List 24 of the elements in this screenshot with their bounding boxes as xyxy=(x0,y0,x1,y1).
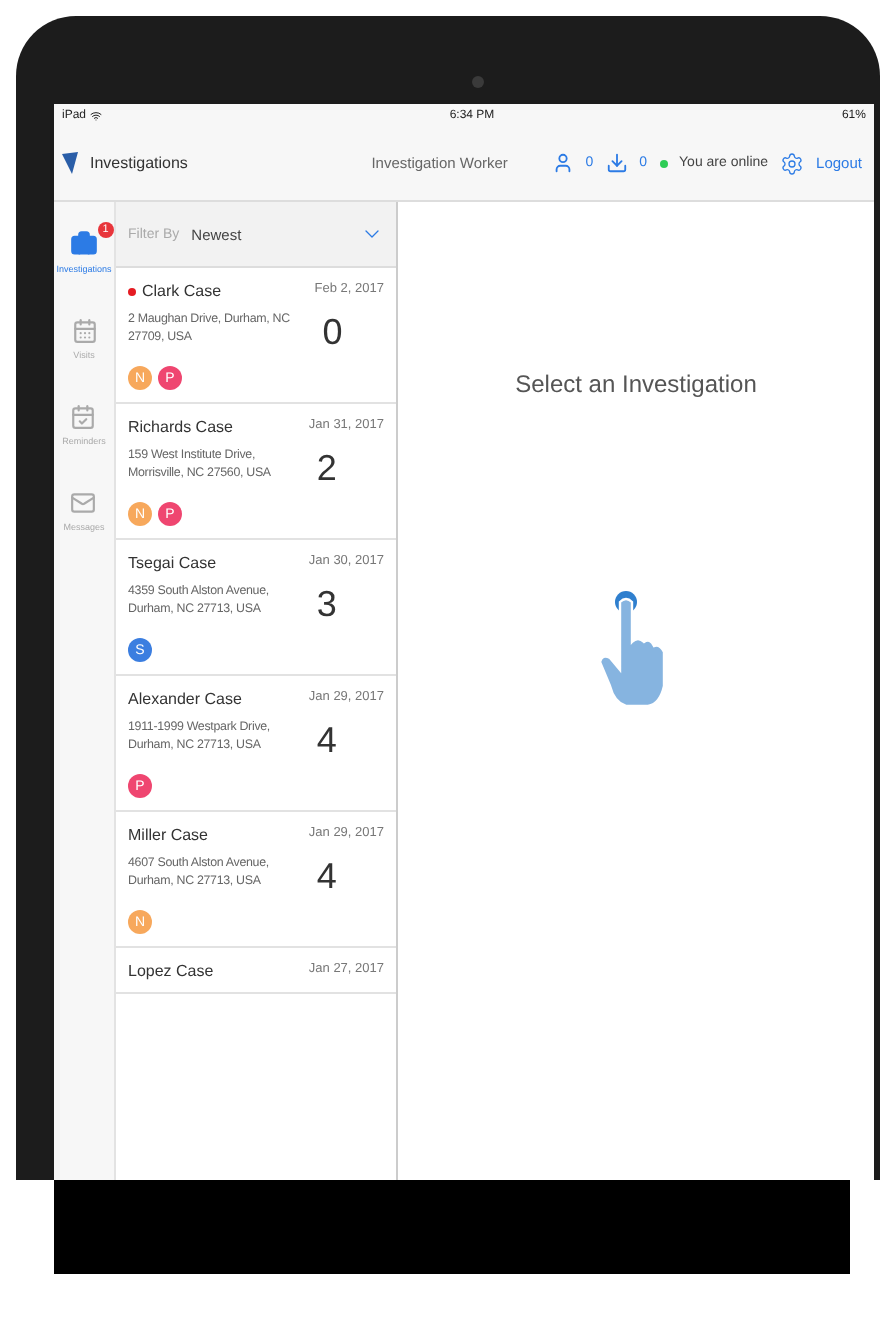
case-title: Lopez Case xyxy=(128,962,216,980)
online-dot xyxy=(659,159,668,167)
case-count: 3 xyxy=(314,584,339,626)
case-count: 4 xyxy=(314,720,339,762)
empty-state-prompt: Select an Investigation xyxy=(515,370,757,398)
case-count: 2 xyxy=(314,448,339,490)
logo-icon xyxy=(62,152,78,174)
case-title: Richards Case xyxy=(128,418,235,436)
wifi-icon xyxy=(90,109,103,121)
briefcase-icon xyxy=(70,230,98,258)
download-icon[interactable] xyxy=(605,152,628,174)
user-icon[interactable] xyxy=(551,152,574,174)
case-title: Miller Case xyxy=(128,826,211,844)
calendar-icon xyxy=(71,318,97,344)
case-count: 4 xyxy=(314,856,339,898)
app-title: Investigations xyxy=(90,154,188,172)
settings-icon[interactable] xyxy=(780,151,805,175)
case-count: 0 xyxy=(320,312,345,354)
envelope-icon xyxy=(70,490,97,516)
case-title: Tsegai Case xyxy=(128,554,219,572)
camera xyxy=(472,76,484,88)
case-title: Clark Case xyxy=(128,282,315,300)
case-title: Alexander Case xyxy=(128,690,244,708)
calendar-check-icon xyxy=(70,404,97,430)
